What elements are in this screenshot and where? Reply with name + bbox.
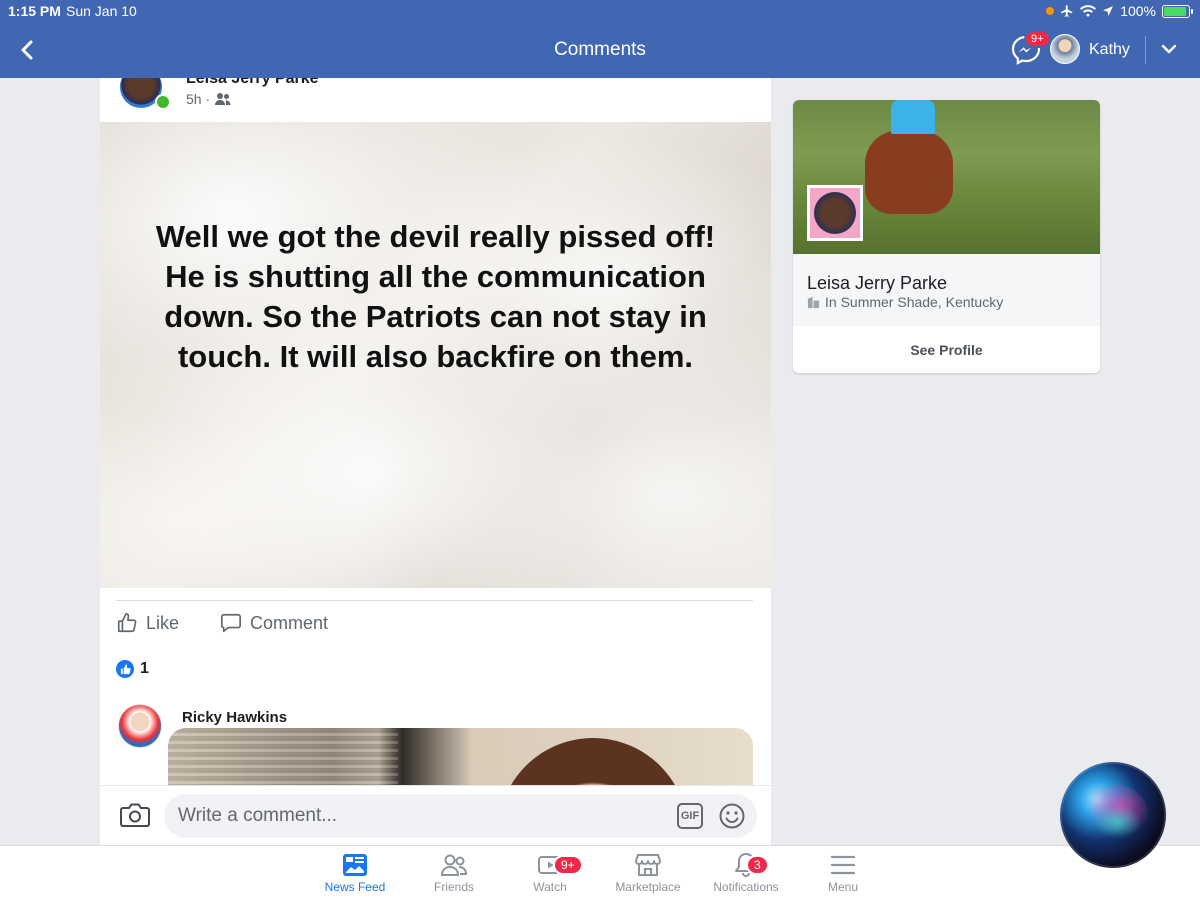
notifications-badge: 3 bbox=[746, 855, 769, 875]
gif-icon[interactable]: GIF bbox=[677, 803, 703, 829]
comment-author-name[interactable]: Ricky Hawkins bbox=[182, 709, 287, 726]
watch-badge: 9+ bbox=[553, 855, 583, 875]
tab-label: Friends bbox=[433, 880, 474, 894]
thumbs-up-icon bbox=[117, 613, 137, 633]
like-label: Like bbox=[146, 612, 180, 633]
profile-card: Leisa Jerry Parke In Summer Shade, Kentu… bbox=[793, 100, 1100, 373]
siri-orb[interactable] bbox=[1060, 762, 1166, 868]
post-time[interactable]: 5h · bbox=[186, 91, 210, 107]
online-status-indicator bbox=[155, 94, 171, 110]
tab-menu[interactable]: Menu bbox=[793, 852, 893, 894]
tab-label: Watch bbox=[533, 880, 567, 894]
gif-label: GIF bbox=[680, 810, 700, 822]
post-card: Leisa Jerry Parke 5h · Well we got the d… bbox=[100, 78, 771, 845]
post-author-name[interactable]: Leisa Jerry Parke bbox=[186, 78, 319, 88]
bottom-tab-bar: News Feed Friends Watch 9+ Marketplace N… bbox=[0, 845, 1200, 900]
tab-friends[interactable]: Friends bbox=[404, 852, 504, 894]
profile-cover-photo[interactable] bbox=[793, 100, 1100, 254]
profile-location-text: In Summer Shade, Kentucky bbox=[825, 294, 1004, 310]
see-profile-button[interactable]: See Profile bbox=[793, 326, 1100, 373]
airplane-icon bbox=[1061, 5, 1073, 17]
avatar[interactable] bbox=[1050, 34, 1080, 64]
like-reaction-icon bbox=[116, 660, 134, 678]
tab-label: Menu bbox=[827, 880, 859, 894]
tab-watch[interactable]: Watch 9+ bbox=[500, 852, 600, 894]
friends-audience-icon[interactable] bbox=[215, 92, 231, 106]
messenger-badge: 9+ bbox=[1024, 30, 1051, 48]
divider bbox=[116, 600, 753, 601]
comment-composer: GIF bbox=[100, 785, 771, 845]
battery-icon bbox=[1162, 4, 1193, 18]
location-icon bbox=[1103, 6, 1114, 16]
status-bar: 1:15 PM Sun Jan 10 100% bbox=[0, 0, 1200, 22]
header-bar: Comments 9+ Kathy bbox=[0, 22, 1200, 78]
status-icons: 100% bbox=[1046, 3, 1193, 19]
avatar[interactable] bbox=[118, 704, 162, 748]
post-image[interactable]: Well we got the devil really pissed off!… bbox=[100, 122, 771, 588]
battery-percent: 100% bbox=[1120, 3, 1156, 19]
post-text-line: Well we got the devil really pissed off!… bbox=[155, 219, 716, 374]
tab-label: News Feed bbox=[324, 880, 386, 894]
divider bbox=[1145, 36, 1146, 64]
camera-icon[interactable] bbox=[120, 802, 150, 828]
profile-name[interactable]: Leisa Jerry Parke bbox=[807, 273, 947, 294]
mic-indicator-icon bbox=[1046, 7, 1055, 15]
chevron-down-icon[interactable] bbox=[1160, 40, 1178, 58]
tab-news-feed[interactable]: News Feed bbox=[305, 852, 405, 894]
marketplace-icon bbox=[635, 854, 661, 876]
reaction-summary[interactable]: 1 bbox=[116, 660, 149, 678]
friends-icon bbox=[440, 854, 468, 876]
comment-icon bbox=[221, 613, 241, 633]
reaction-count: 1 bbox=[140, 660, 149, 677]
profile-info: Leisa Jerry Parke In Summer Shade, Kentu… bbox=[793, 254, 1100, 326]
like-button[interactable]: Like bbox=[116, 612, 179, 634]
news-feed-icon bbox=[343, 854, 367, 876]
post-text: Well we got the devil really pissed off!… bbox=[140, 217, 731, 377]
tab-label: Marketplace bbox=[615, 880, 681, 894]
comment-input[interactable] bbox=[164, 794, 757, 838]
wifi-icon bbox=[1080, 5, 1097, 17]
building-icon bbox=[807, 296, 820, 308]
tab-notifications[interactable]: Notifications 3 bbox=[696, 852, 796, 894]
profile-picture[interactable] bbox=[807, 185, 863, 241]
emoji-icon[interactable] bbox=[718, 802, 746, 830]
post-meta: 5h · bbox=[186, 91, 231, 107]
comment-label: Comment bbox=[250, 612, 329, 633]
profile-location: In Summer Shade, Kentucky bbox=[807, 294, 1003, 310]
user-name[interactable]: Kathy bbox=[1089, 41, 1130, 59]
tab-marketplace[interactable]: Marketplace bbox=[598, 852, 698, 894]
menu-icon bbox=[830, 855, 856, 875]
status-date: Sun Jan 10 bbox=[66, 3, 137, 19]
tab-label: Notifications bbox=[713, 880, 779, 894]
status-time: 1:15 PM bbox=[8, 3, 61, 19]
comment-button[interactable]: Comment bbox=[220, 612, 328, 634]
